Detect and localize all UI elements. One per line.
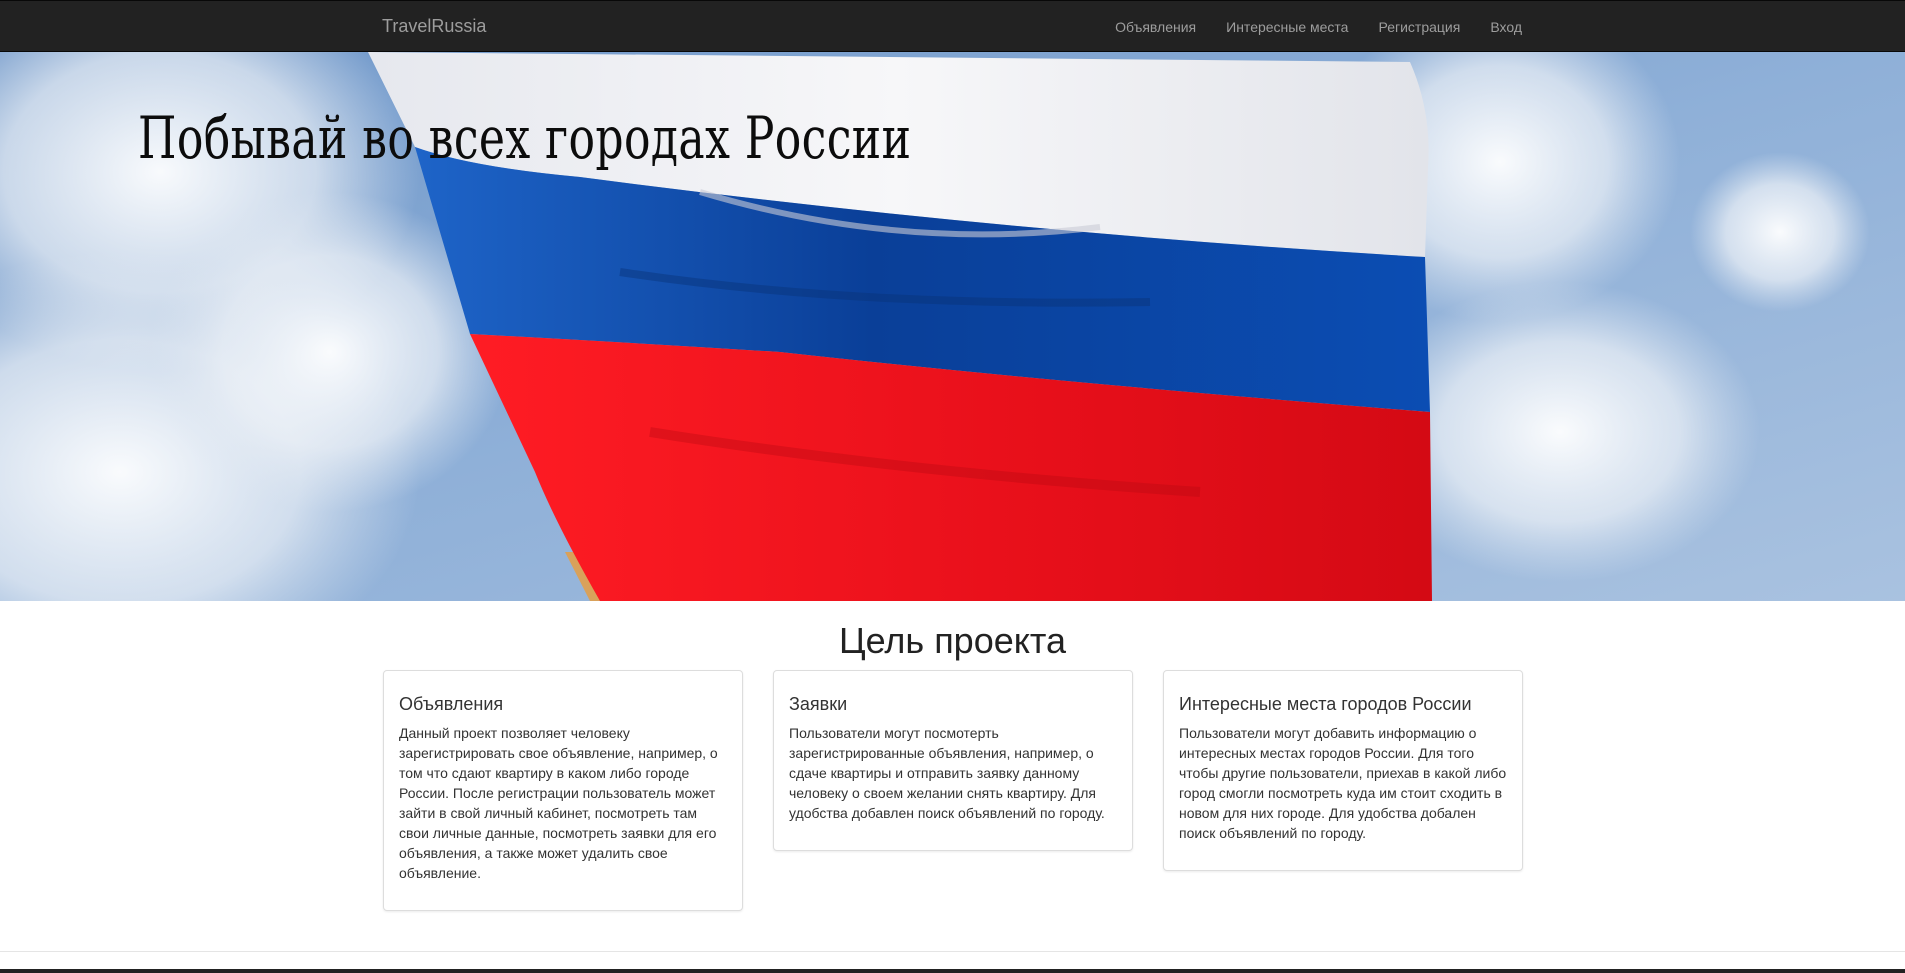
nav-menu: Объявления Интересные места Регистрация … <box>1085 1 1522 53</box>
card-title: Заявки <box>789 694 848 714</box>
card-places: Интересные места городов России Пользова… <box>1163 670 1523 871</box>
card-text: Данный проект позволяет человеку зарегис… <box>399 725 718 881</box>
hero-banner: Побывай во всех городах России <box>0 52 1905 601</box>
card-title: Объявления <box>399 694 504 714</box>
card-text: Пользователи могут посмотерть зарегистри… <box>789 725 1105 821</box>
brand-logo-link[interactable]: TravelRussia <box>382 15 486 37</box>
nav-link-announcements[interactable]: Объявления <box>1115 19 1196 35</box>
card-announcements: Объявления Данный проект позволяет челов… <box>383 670 743 911</box>
card-title: Интересные места городов России <box>1179 694 1472 714</box>
nav-link-login[interactable]: Вход <box>1490 19 1522 35</box>
card-text: Пользователи могут добавить информацию о… <box>1179 725 1507 841</box>
card-requests: Заявки Пользователи могут посмотерть зар… <box>773 670 1133 851</box>
nav-link-places[interactable]: Интересные места <box>1226 19 1348 35</box>
hero-heading: Побывай во всех городах России <box>138 104 912 172</box>
section-title: Цель проекта <box>838 620 1067 661</box>
bottom-bar <box>0 969 1905 973</box>
nav-link-register[interactable]: Регистрация <box>1378 19 1460 35</box>
top-navbar: TravelRussia Объявления Интересные места… <box>0 0 1905 52</box>
footer-divider <box>0 951 1905 952</box>
